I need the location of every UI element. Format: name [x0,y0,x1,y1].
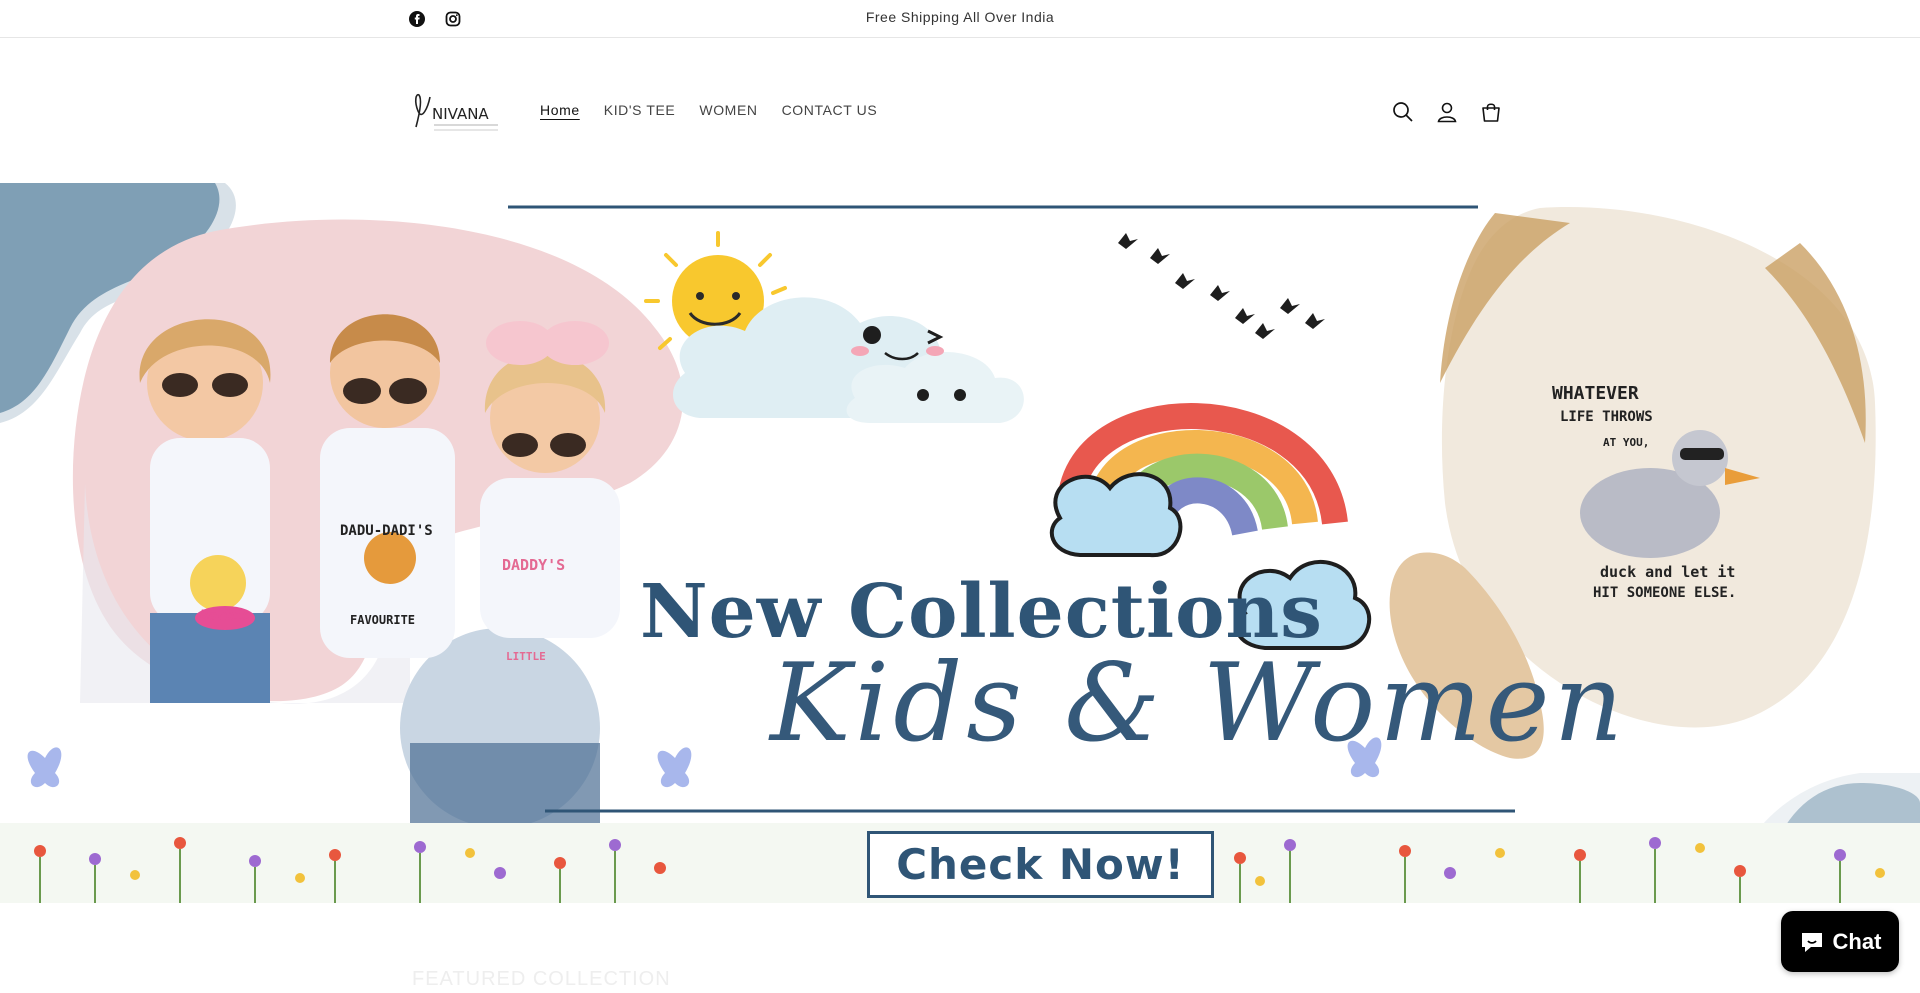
logo-text: NIVANA [432,105,489,123]
main-nav: Home KID'S TEE WOMEN CONTACT US [540,102,877,118]
tee-text-at-you: AT YOU, [1603,436,1650,449]
tee-text-dadu-dadi: DADU-DADI'S [340,523,433,539]
tee-text-whatever: WHATEVER [1552,383,1639,404]
tee-text-life-throws: LIFE THROWS [1560,409,1653,425]
check-now-button[interactable]: Check Now! [867,831,1214,898]
nav-kids-tee[interactable]: KID'S TEE [604,102,676,118]
tee-text-duck-and-let-it: duck and let it [1600,563,1736,581]
cart-icon[interactable] [1478,99,1504,125]
tee-text-favourite: FAVOURITE [350,613,416,627]
announcement-text: Free Shipping All Over India [865,9,1055,25]
birds-icon [1118,233,1325,339]
nav-women[interactable]: WOMEN [699,102,757,118]
hero-illustration [0,183,1920,903]
tee-text-barbie: Barbie [200,608,251,624]
account-icon[interactable] [1434,99,1460,125]
chat-button[interactable]: Chat [1781,911,1899,972]
chat-label: Chat [1832,928,1882,954]
logo[interactable]: NIVANA [410,87,502,137]
tee-text-little: LITTLE [506,650,546,663]
tee-text-daddys: DADDY'S [502,556,566,574]
nav-contact-us[interactable]: CONTACT US [782,102,878,118]
chat-icon [1801,932,1822,952]
featured-collection-heading: FEATURED COLLECTION [412,968,671,990]
hero-banner[interactable]: DADU-DADI'S FAVOURITE DADDY'S LITTLE Bar… [0,183,1920,903]
announcement-bar: Free Shipping All Over India [0,0,1920,38]
tee-text-hit-someone-else: HIT SOMEONE ELSE. [1593,585,1737,601]
search-icon[interactable] [1390,99,1416,125]
hero-script-title: Kids & Women [770,641,1628,766]
nav-home[interactable]: Home [540,102,580,118]
site-header: NIVANA Home KID'S TEE WOMEN CONTACT US [0,39,1920,183]
header-actions [1390,99,1504,125]
